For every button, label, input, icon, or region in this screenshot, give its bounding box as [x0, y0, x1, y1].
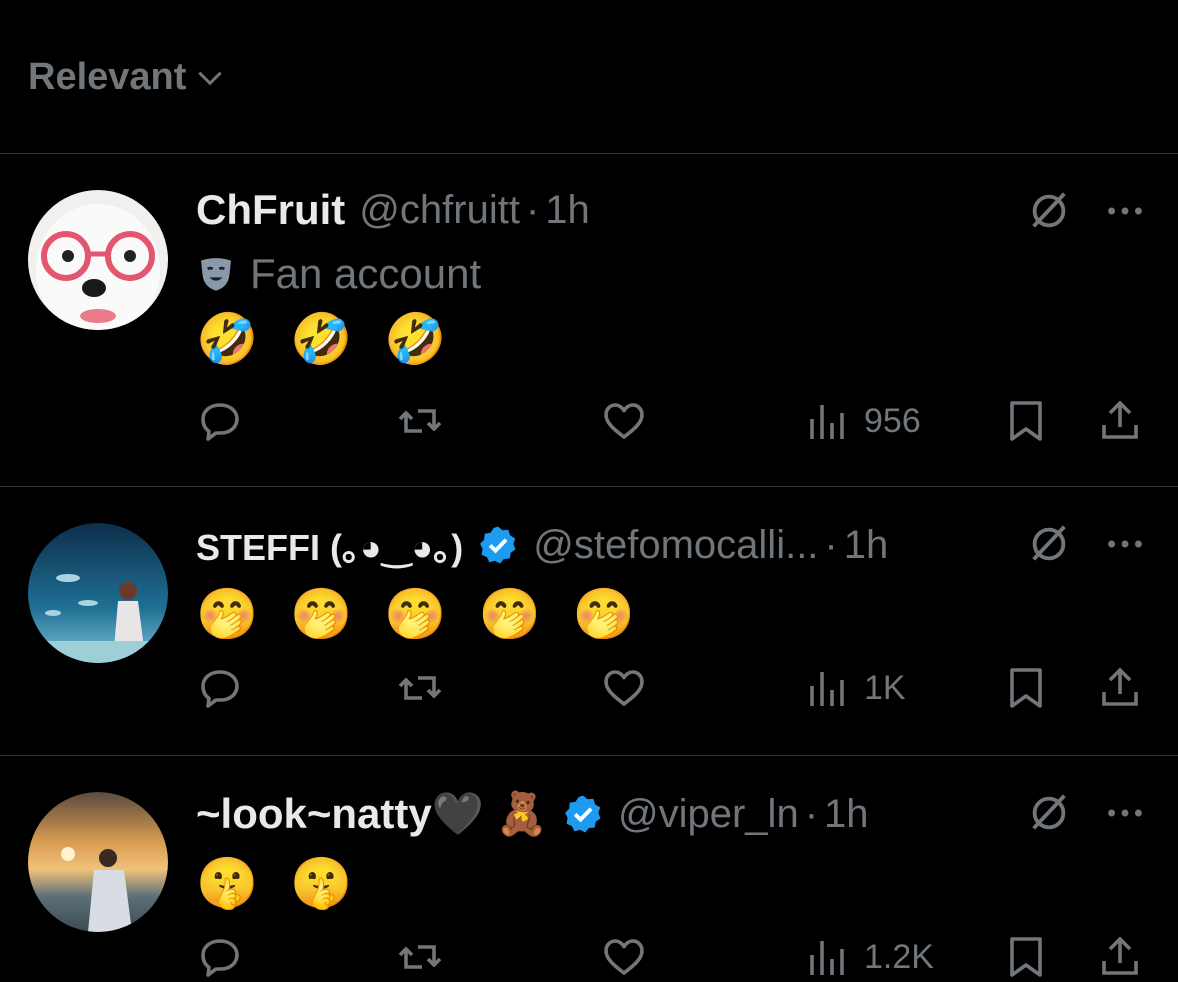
bookmark-button[interactable] — [1002, 663, 1050, 713]
post-text: 🤭 🤭 🤭 🤭 🤭 — [196, 585, 643, 643]
share-button[interactable] — [1096, 663, 1144, 713]
heart-icon — [604, 939, 644, 975]
view-count: 956 — [864, 401, 921, 440]
analytics-icon — [810, 941, 844, 975]
post-text: 🤫 🤫 — [196, 854, 361, 912]
repost-button[interactable] — [396, 396, 444, 446]
separator-dot: · — [804, 791, 819, 836]
handle[interactable]: @chfruitt — [359, 188, 520, 233]
like-button[interactable] — [600, 663, 648, 713]
avatar[interactable] — [28, 523, 168, 663]
like-button[interactable] — [600, 396, 648, 446]
more-options-icon[interactable] — [1102, 790, 1148, 836]
bookmark-icon — [1010, 668, 1042, 708]
repost-icon — [398, 945, 442, 969]
post-actions: 1K — [196, 663, 1156, 713]
grok-icon[interactable] — [1026, 521, 1072, 567]
reply-icon — [201, 939, 239, 977]
avatar-image — [28, 190, 168, 330]
post-actions: 956 — [196, 396, 1156, 446]
avatar[interactable] — [28, 190, 168, 330]
post-actions: 1.2K — [196, 932, 1156, 982]
views-button[interactable]: 1K — [802, 663, 906, 713]
display-name[interactable]: ~look~natty🖤 🧸 — [196, 790, 548, 839]
reply-button[interactable] — [196, 663, 244, 713]
like-button[interactable] — [600, 932, 648, 982]
sort-dropdown[interactable]: Relevant — [28, 56, 226, 99]
handle[interactable]: @viper_ln — [618, 792, 799, 837]
timestamp[interactable]: 1h — [545, 188, 590, 233]
reply-icon — [201, 403, 239, 441]
account-label-row: Fan account — [196, 244, 1178, 304]
view-count: 1.2K — [864, 937, 934, 976]
bookmark-icon — [1010, 401, 1042, 441]
sort-label: Relevant — [28, 56, 187, 98]
share-icon — [1102, 400, 1138, 439]
verified-badge-icon — [480, 526, 516, 564]
share-button[interactable] — [1096, 932, 1144, 982]
repost-button[interactable] — [396, 663, 444, 713]
views-button[interactable]: 956 — [802, 396, 921, 446]
view-count: 1K — [864, 668, 906, 707]
post[interactable]: ~look~natty🖤 🧸 @viper_ln · 1h 🤫 🤫 1.2K — [0, 756, 1178, 977]
reply-button[interactable] — [196, 396, 244, 446]
share-icon — [1102, 936, 1138, 975]
account-label[interactable]: Fan account — [250, 250, 481, 298]
analytics-icon — [810, 405, 844, 439]
theater-mask-icon — [201, 258, 231, 291]
bookmark-button[interactable] — [1002, 932, 1050, 982]
display-name[interactable]: ChFruit — [196, 186, 345, 234]
bookmark-icon — [1010, 937, 1042, 977]
display-name[interactable]: STEFFI (｡◕‿◕｡) — [196, 519, 463, 571]
post[interactable]: STEFFI (｡◕‿◕｡) @stefomocalli... · 1h 🤭 🤭… — [0, 487, 1178, 756]
share-icon — [1102, 667, 1138, 706]
heart-icon — [604, 670, 644, 706]
reply-icon — [201, 670, 239, 708]
sort-bar: Relevant — [0, 0, 1178, 154]
analytics-icon — [810, 672, 844, 706]
timestamp[interactable]: 1h — [844, 523, 889, 568]
repost-button[interactable] — [396, 932, 444, 982]
avatar-image — [28, 523, 168, 663]
more-options-icon[interactable] — [1102, 188, 1148, 234]
grok-icon[interactable] — [1026, 790, 1072, 836]
bookmark-button[interactable] — [1002, 396, 1050, 446]
post-text: 🤣 🤣 🤣 — [196, 310, 455, 368]
share-button[interactable] — [1096, 396, 1144, 446]
heart-icon — [604, 403, 644, 439]
grok-icon[interactable] — [1026, 188, 1072, 234]
post[interactable]: ChFruit @chfruitt · 1h Fan account 🤣 🤣 🤣 — [0, 154, 1178, 487]
views-button[interactable]: 1.2K — [802, 932, 934, 982]
repost-icon — [398, 409, 442, 433]
handle[interactable]: @stefomocalli... — [533, 523, 818, 568]
avatar[interactable] — [28, 792, 168, 932]
reply-button[interactable] — [196, 932, 244, 982]
separator-dot: · — [525, 187, 540, 232]
chevron-down-icon — [198, 71, 223, 85]
more-options-icon[interactable] — [1102, 521, 1148, 567]
timestamp[interactable]: 1h — [824, 792, 869, 837]
repost-icon — [398, 676, 442, 700]
verified-badge-icon — [565, 795, 601, 833]
avatar-image — [28, 792, 168, 932]
separator-dot: · — [824, 522, 838, 567]
